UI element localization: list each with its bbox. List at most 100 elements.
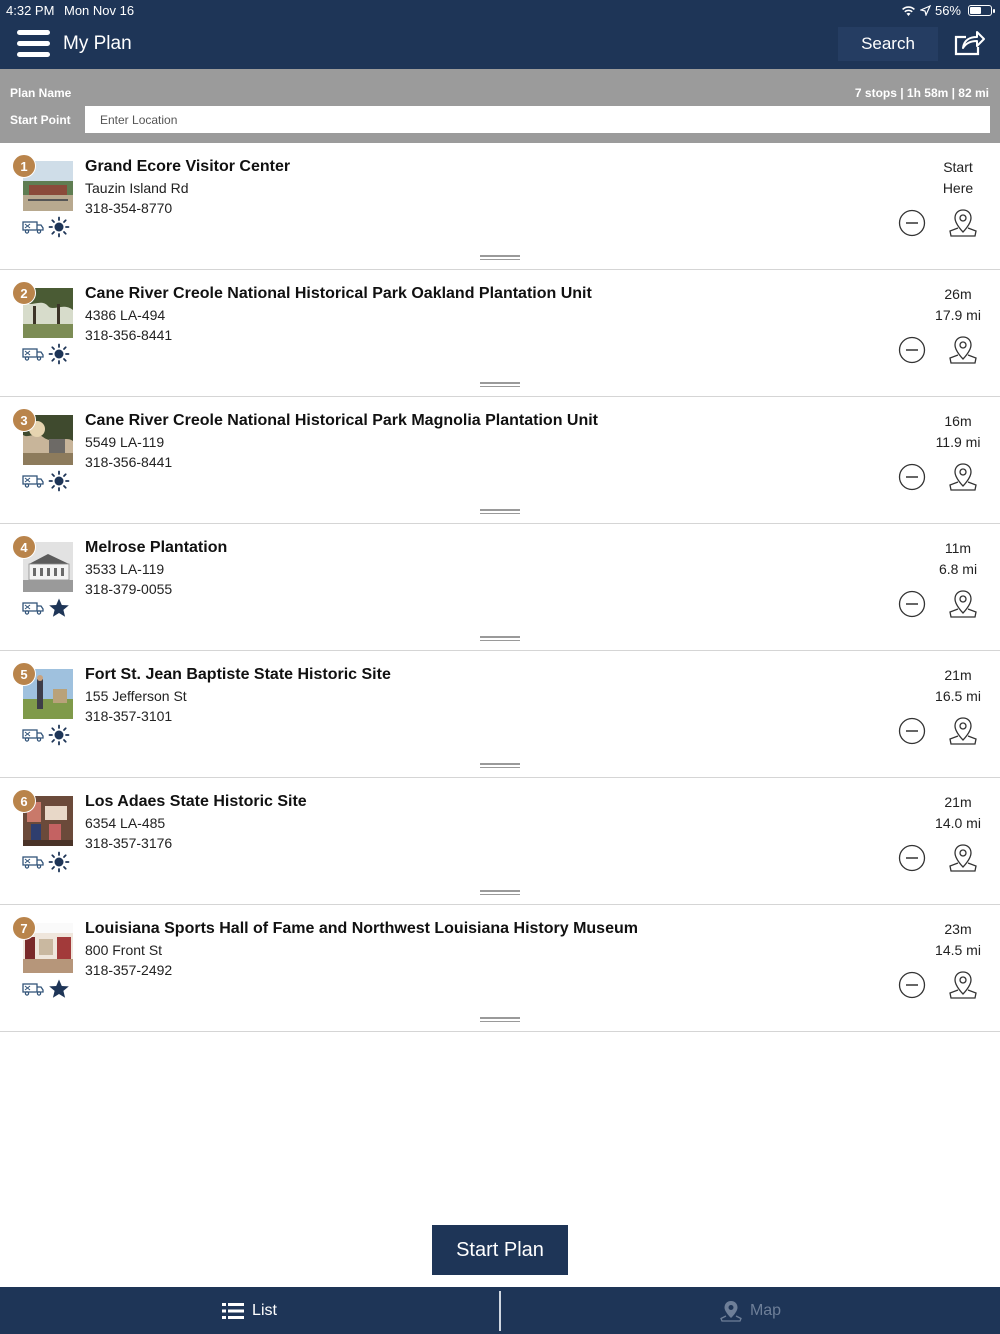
drag-handle[interactable]	[480, 1017, 520, 1023]
stop-phone[interactable]: 318-357-3176	[85, 835, 172, 851]
stop-address: Tauzin Island Rd	[85, 180, 189, 196]
stop-address: 155 Jefferson St	[85, 688, 187, 704]
stop-phone[interactable]: 318-379-0055	[85, 581, 172, 597]
stop-address: 3533 LA-119	[85, 561, 165, 577]
stop-phone[interactable]: 318-356-8441	[85, 327, 172, 343]
remove-stop-icon[interactable]	[898, 717, 926, 745]
stop-phone[interactable]: 318-357-2492	[85, 962, 172, 978]
stop-number-badge: 4	[12, 535, 36, 559]
drag-handle[interactable]	[480, 255, 520, 261]
location-arrow-icon	[919, 5, 931, 16]
stop-number-badge: 7	[12, 916, 36, 940]
map-marker-icon	[720, 1300, 742, 1322]
rv-icon	[22, 348, 44, 361]
plan-name-label: Plan Name	[10, 86, 72, 100]
stop-item[interactable]: 2 Cane River Creole National Historical …	[0, 270, 1000, 397]
tab-map-label: Map	[749, 1301, 782, 1319]
drag-handle[interactable]	[480, 763, 520, 769]
bottom-tab-bar: List Map	[0, 1287, 1000, 1334]
sun-icon	[48, 851, 70, 873]
status-time: 4:32 PM	[6, 3, 55, 18]
stop-distance: 17.9 mi	[935, 307, 981, 323]
map-pin-icon[interactable]	[948, 588, 978, 620]
stop-item[interactable]: 7 Louisiana Sports Hall of Fame and Nort…	[0, 905, 1000, 1032]
remove-stop-icon[interactable]	[898, 336, 926, 364]
hamburger-menu-icon[interactable]	[17, 30, 50, 60]
stop-item[interactable]: 5 Fort St. Jean Baptiste State Historic …	[0, 651, 1000, 778]
drag-handle[interactable]	[480, 890, 520, 896]
stop-name: Fort St. Jean Baptiste State Historic Si…	[85, 666, 391, 683]
amenity-icons	[22, 343, 70, 365]
tab-list[interactable]: List	[0, 1287, 499, 1334]
amenity-icons	[22, 724, 70, 746]
rv-icon	[22, 602, 44, 615]
map-pin-icon[interactable]	[948, 715, 978, 747]
stop-item[interactable]: 4 Melrose Plantation 3533 LA-119 318-379…	[0, 524, 1000, 651]
stop-phone[interactable]: 318-357-3101	[85, 708, 172, 724]
stop-time: 23m	[944, 921, 972, 937]
remove-stop-icon[interactable]	[898, 844, 926, 872]
start-location-input[interactable]	[85, 106, 990, 133]
map-pin-icon[interactable]	[948, 969, 978, 1001]
stop-name: Cane River Creole National Historical Pa…	[85, 285, 592, 302]
map-pin-icon[interactable]	[948, 207, 978, 239]
amenity-icons	[22, 597, 70, 619]
stop-number-badge: 2	[12, 281, 36, 305]
status-bar: 4:32 PM Mon Nov 16 56%	[0, 0, 1000, 22]
sun-icon	[48, 343, 70, 365]
remove-stop-icon[interactable]	[898, 209, 926, 237]
start-point-label: Start Point	[10, 113, 71, 127]
share-icon[interactable]	[952, 29, 988, 59]
rv-icon	[22, 475, 44, 488]
wifi-icon	[902, 5, 915, 16]
amenity-icons	[22, 216, 70, 238]
plan-info-bar: Plan Name 7 stops | 1h 58m | 82 mi Start…	[0, 69, 1000, 143]
stop-name: Melrose Plantation	[85, 539, 228, 556]
stop-name: Cane River Creole National Historical Pa…	[85, 412, 599, 429]
stop-distance: Here	[942, 180, 974, 196]
sun-icon	[48, 216, 70, 238]
drag-handle[interactable]	[480, 509, 520, 515]
start-plan-button[interactable]: Start Plan	[432, 1225, 568, 1275]
stop-item[interactable]: 6 Los Adaes State Historic Site 6354 LA-…	[0, 778, 1000, 905]
stop-time: 26m	[944, 286, 972, 302]
stop-distance: 11.9 mi	[935, 434, 981, 450]
tab-map[interactable]: Map	[501, 1287, 1000, 1334]
stop-phone[interactable]: 318-356-8441	[85, 454, 172, 470]
amenity-icons	[22, 851, 70, 873]
stop-number-badge: 6	[12, 789, 36, 813]
stop-number-badge: 5	[12, 662, 36, 686]
rv-icon	[22, 221, 44, 234]
drag-handle[interactable]	[480, 636, 520, 642]
page-title: My Plan	[63, 33, 132, 54]
map-pin-icon[interactable]	[948, 461, 978, 493]
sun-icon	[48, 470, 70, 492]
search-button[interactable]: Search	[838, 27, 938, 61]
remove-stop-icon[interactable]	[898, 590, 926, 618]
stop-time: 11m	[944, 540, 972, 556]
map-pin-icon[interactable]	[948, 842, 978, 874]
amenity-icons	[22, 978, 70, 1000]
stop-item[interactable]: 3 Cane River Creole National Historical …	[0, 397, 1000, 524]
stop-distance: 16.5 mi	[935, 688, 981, 704]
battery-percent: 56%	[934, 3, 961, 18]
status-right: 56%	[901, 3, 995, 18]
stop-address: 800 Front St	[85, 942, 163, 958]
stop-name: Los Adaes State Historic Site	[85, 793, 307, 810]
star-icon	[49, 979, 69, 998]
remove-stop-icon[interactable]	[898, 463, 926, 491]
map-pin-icon[interactable]	[948, 334, 978, 366]
stop-item[interactable]: 1 Grand Ecore Visitor Center Tauzin Isla…	[0, 143, 1000, 270]
stop-time: 21m	[944, 794, 972, 810]
stop-time: Start	[943, 159, 973, 175]
rv-icon	[22, 856, 44, 869]
sun-icon	[48, 724, 70, 746]
stop-distance: 14.0 mi	[935, 815, 981, 831]
star-icon	[49, 598, 69, 617]
remove-stop-icon[interactable]	[898, 971, 926, 999]
plan-summary: 7 stops | 1h 58m | 82 mi	[854, 86, 989, 100]
stop-name: Grand Ecore Visitor Center	[85, 158, 291, 175]
drag-handle[interactable]	[480, 382, 520, 388]
stop-phone[interactable]: 318-354-8770	[85, 200, 172, 216]
stop-address: 6354 LA-485	[85, 815, 166, 831]
